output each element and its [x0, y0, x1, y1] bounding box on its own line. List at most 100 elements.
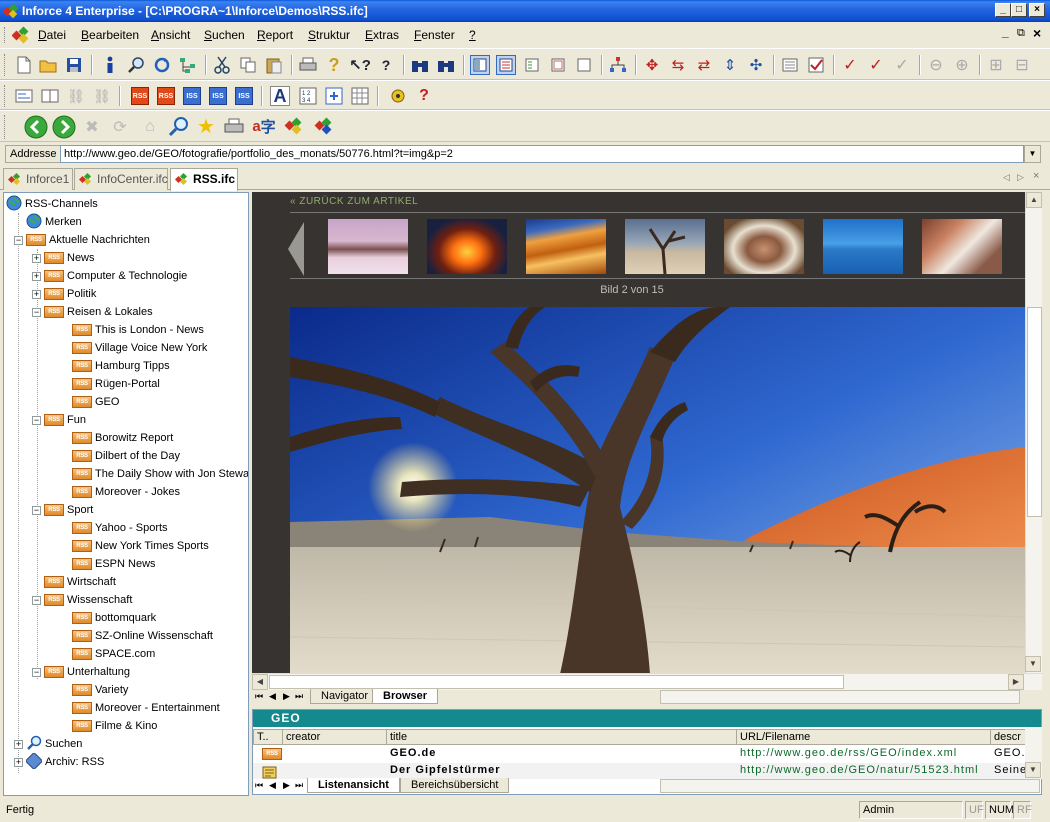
- tree-item[interactable]: + RSS Politik: [32, 285, 96, 303]
- expand-toggle-icon[interactable]: +: [32, 289, 41, 299]
- tab-close-icon[interactable]: ×: [1033, 170, 1039, 182]
- translate-icon[interactable]: a字: [252, 116, 275, 136]
- edit-form-icon[interactable]: [14, 86, 34, 106]
- tab-browser[interactable]: Browser: [372, 689, 439, 704]
- view-detail-icon[interactable]: [496, 55, 516, 75]
- tree-item[interactable]: RSS bottomquark: [60, 609, 156, 627]
- split-form-icon[interactable]: [40, 86, 60, 106]
- tree-item[interactable]: RSS Moreover - Jokes: [60, 483, 180, 501]
- cut-icon[interactable]: [212, 55, 232, 75]
- tree-item[interactable]: − RSS Fun: [32, 411, 86, 429]
- view-columns-icon[interactable]: [522, 55, 542, 75]
- tree-item[interactable]: − RSS Unterhaltung: [32, 663, 130, 681]
- expand-toggle-icon[interactable]: +: [14, 739, 23, 749]
- debug-help-icon[interactable]: ?: [414, 86, 434, 106]
- browser-hscrollbar[interactable]: ◀ ▶: [252, 673, 1042, 690]
- tree-item[interactable]: RSS GEO: [60, 393, 119, 411]
- menu-suchen[interactable]: Suchen: [204, 28, 245, 42]
- menu-bearbeiten[interactable]: Bearbeiten: [81, 28, 139, 42]
- tree-structure-icon[interactable]: [178, 55, 198, 75]
- tree-root[interactable]: RSS-Channels: [6, 195, 98, 213]
- check-add-icon[interactable]: ✓: [840, 55, 860, 75]
- collapse-toggle-icon[interactable]: −: [32, 415, 41, 425]
- tree-item[interactable]: + Suchen: [14, 735, 82, 753]
- menu-struktur[interactable]: Struktur: [308, 28, 350, 42]
- view-single-icon[interactable]: [574, 55, 594, 75]
- thumbnail-sand-dunes[interactable]: [526, 219, 606, 274]
- binoculars-icon[interactable]: [410, 55, 430, 75]
- tree-item[interactable]: − RSS Aktuelle Nachrichten: [14, 231, 150, 249]
- table-icon[interactable]: [350, 86, 370, 106]
- scroll-up-button[interactable]: ▲: [1026, 192, 1042, 208]
- thumbnail-burning-crater[interactable]: [427, 219, 507, 274]
- move-icon[interactable]: ✥: [642, 55, 662, 75]
- diamond-export-icon[interactable]: [314, 116, 334, 136]
- tree-item[interactable]: RSS The Daily Show with Jon Stewart: [60, 465, 248, 483]
- tab-scroll-left-icon[interactable]: ◁: [1003, 172, 1010, 183]
- context-help-icon[interactable]: ↖?: [349, 55, 371, 75]
- nav-last-icon[interactable]: ⏭: [295, 691, 303, 702]
- prev-image-arrow[interactable]: [288, 222, 304, 276]
- toolbar-grip[interactable]: [4, 54, 7, 76]
- network-icon[interactable]: [608, 55, 628, 75]
- nav-first-icon[interactable]: ⏮: [255, 780, 263, 791]
- help-icon[interactable]: ?: [324, 55, 344, 75]
- scroll-right-button[interactable]: ▶: [1008, 674, 1024, 690]
- tree-item[interactable]: RSS New York Times Sports: [60, 537, 209, 555]
- rss-icon[interactable]: RSS: [130, 86, 150, 106]
- nav-first-icon[interactable]: ⏮: [255, 691, 263, 702]
- row-url[interactable]: http://www.geo.de/GEO/natur/51523.html: [737, 763, 991, 779]
- list-hscrollbar[interactable]: [660, 779, 1040, 793]
- tree-item[interactable]: RSS Yahoo - Sports: [60, 519, 168, 537]
- nav-prev-icon[interactable]: ◀: [269, 691, 276, 702]
- tree-item[interactable]: − RSS Wissenschaft: [32, 591, 132, 609]
- tree-item[interactable]: RSS Variety: [60, 681, 128, 699]
- thumbnail-dead-tree[interactable]: [625, 219, 705, 275]
- toolbar-grip[interactable]: [4, 115, 7, 139]
- back-arrow-icon[interactable]: [24, 115, 48, 139]
- mdi-close-button[interactable]: ×: [1033, 25, 1041, 41]
- magnifier-icon[interactable]: [168, 116, 188, 137]
- list-scroll-down-button[interactable]: ▼: [1025, 762, 1041, 778]
- row-title[interactable]: GEO.de: [387, 746, 439, 762]
- expand-toggle-icon[interactable]: +: [32, 271, 41, 281]
- tree-item[interactable]: − RSS Sport: [32, 501, 93, 519]
- tab-hscrollbar[interactable]: [660, 690, 1020, 704]
- browser-vscrollbar[interactable]: ▲: [1025, 192, 1042, 674]
- font-icon[interactable]: A: [270, 86, 290, 106]
- tree-item[interactable]: RSS This is London - News: [60, 321, 204, 339]
- thumbnail-elder-portrait[interactable]: [724, 219, 804, 274]
- nav-last-icon[interactable]: ⏭: [295, 780, 303, 791]
- close-button[interactable]: ×: [1029, 3, 1045, 17]
- save-icon[interactable]: [64, 55, 84, 75]
- maximize-button[interactable]: □: [1011, 3, 1027, 17]
- app-icon[interactable]: [2, 3, 19, 22]
- view-panel-icon[interactable]: [548, 55, 568, 75]
- thumbnail-desert-rocks[interactable]: [328, 219, 408, 274]
- check-remove-icon[interactable]: ✓: [866, 55, 886, 75]
- find-next-icon[interactable]: [436, 55, 456, 75]
- tree-item[interactable]: RSS Borowitz Report: [60, 429, 173, 447]
- tree-item[interactable]: + RSS Computer & Technologie: [32, 267, 187, 285]
- tree-item[interactable]: RSS Village Voice New York: [60, 339, 207, 357]
- move-right-icon[interactable]: ⇄: [694, 55, 714, 75]
- mdi-restore-button[interactable]: ⧉: [1017, 27, 1025, 40]
- browser-scroll-down-button[interactable]: ▼: [1025, 656, 1041, 672]
- tab-infocenter[interactable]: InfoCenter.ifc: [74, 168, 168, 190]
- copy-icon[interactable]: [238, 55, 258, 75]
- nav-next-icon[interactable]: ▶: [283, 780, 290, 791]
- new-file-icon[interactable]: [14, 55, 34, 75]
- iss-save-icon[interactable]: ISS: [234, 86, 254, 106]
- document-icon[interactable]: [11, 26, 30, 47]
- title-bar[interactable]: Inforce 4 Enterprise - [C:\PROGRA~1\Info…: [0, 0, 1050, 22]
- menu-help[interactable]: ?: [469, 28, 476, 42]
- tree-item[interactable]: RSS Rügen-Portal: [60, 375, 160, 393]
- favorites-star-icon[interactable]: ★: [196, 116, 216, 138]
- channel-tree[interactable]: RSS-Channels Merken − RSS Aktuelle Nachrich…: [3, 192, 249, 796]
- scroll-thumb[interactable]: [1027, 307, 1042, 517]
- collapse-toggle-icon[interactable]: −: [32, 667, 41, 677]
- search-icon[interactable]: [126, 55, 146, 75]
- menu-extras[interactable]: Extras: [365, 28, 399, 42]
- tree-item[interactable]: RSS Hamburg Tipps: [60, 357, 170, 375]
- view-split-icon[interactable]: [470, 55, 490, 75]
